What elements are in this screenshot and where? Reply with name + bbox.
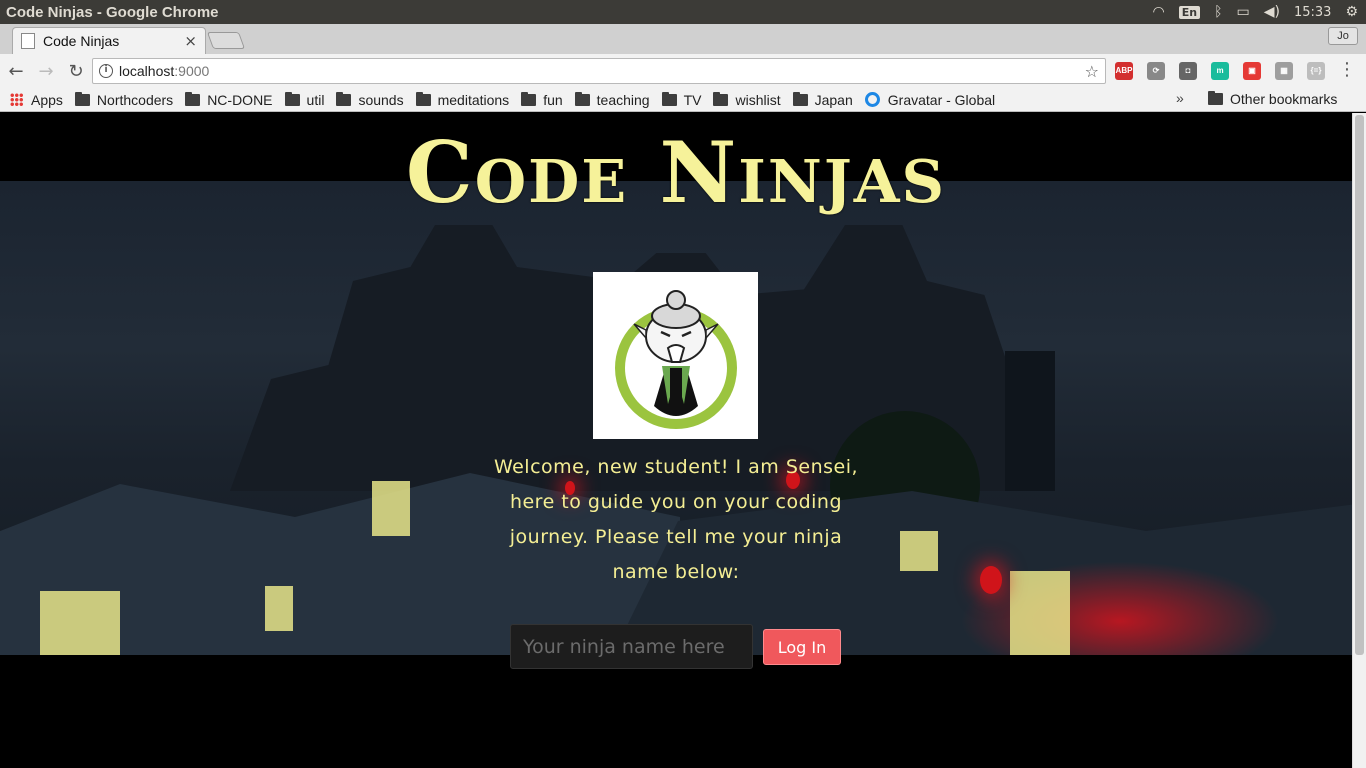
folder-icon — [336, 91, 352, 106]
lit-window — [1010, 571, 1070, 655]
os-top-bar: Code Ninjas - Google Chrome ◠ En ᛒ ▭ ◀) … — [0, 0, 1366, 24]
page-viewport: Code Ninjas Welcome, new student! I am S… — [0, 113, 1366, 768]
bookmark-label: meditations — [437, 91, 510, 108]
system-tray: ◠ En ᛒ ▭ ◀) 15:33 ⚙ — [1153, 5, 1366, 20]
tab-strip: Code Ninjas × Jo — [0, 24, 1366, 54]
bookmark-folder-sounds[interactable]: sounds — [336, 91, 404, 108]
bookmark-star-icon[interactable]: ☆ — [1085, 62, 1099, 81]
bookmark-apps[interactable]: Apps — [10, 92, 63, 108]
gravatar-icon — [864, 92, 880, 107]
folder-icon — [415, 91, 431, 106]
bookmark-folder-meditations[interactable]: meditations — [415, 91, 510, 108]
reload-icon[interactable]: ↻ — [62, 61, 90, 82]
m-extension-icon[interactable]: m — [1211, 62, 1229, 80]
bookmark-folders: Northcoders NC-DONE util sounds meditations f… — [74, 91, 865, 108]
volume-icon[interactable]: ◀) — [1264, 5, 1280, 19]
folder-icon — [185, 91, 201, 106]
page-scrollbar[interactable] — [1352, 113, 1366, 768]
keyboard-language-indicator[interactable]: En — [1178, 5, 1201, 19]
window-title: Code Ninjas - Google Chrome — [6, 3, 219, 21]
bookmark-folder-northcoders[interactable]: Northcoders — [74, 91, 174, 108]
url-host: localhost — [119, 63, 175, 79]
chrome-menu-icon[interactable]: ⋮ — [1338, 60, 1356, 80]
bluetooth-icon[interactable]: ᛒ — [1214, 5, 1222, 19]
bookmark-gravatar[interactable]: Gravatar - Global — [864, 91, 996, 108]
profile-button[interactable]: Jo — [1328, 27, 1358, 45]
bookmark-label: fun — [543, 91, 563, 108]
sensei-avatar — [593, 272, 758, 439]
address-bar[interactable]: i localhost :9000 ☆ — [92, 58, 1106, 84]
clock[interactable]: 15:33 — [1294, 5, 1331, 20]
json-extension-icon[interactable]: {=} — [1307, 62, 1325, 80]
bookmark-label: Other bookmarks — [1230, 91, 1338, 107]
bookmark-folder-teaching[interactable]: teaching — [574, 91, 650, 108]
folder-icon — [792, 91, 808, 106]
battery-icon[interactable]: ▭ — [1237, 5, 1250, 19]
bookmark-label: Gravatar - Global — [887, 91, 996, 108]
bookmark-label: teaching — [596, 91, 650, 108]
site-info-icon[interactable]: i — [99, 64, 113, 78]
bookmarks-overflow-chevron-icon[interactable]: » — [1176, 90, 1184, 106]
tab-title: Code Ninjas — [43, 33, 120, 49]
bookmark-label: Apps — [31, 91, 63, 108]
lit-window — [265, 586, 293, 631]
site-title: Code Ninjas — [405, 123, 947, 222]
bookmark-label: sounds — [358, 91, 404, 108]
folder-icon — [284, 91, 300, 106]
folder-icon — [1208, 91, 1223, 105]
folder-icon — [74, 91, 90, 106]
bookmark-other[interactable]: Other bookmarks — [1208, 91, 1337, 107]
ninja-name-input[interactable] — [510, 624, 753, 669]
folder-icon — [521, 91, 537, 106]
flag-extension-icon[interactable]: ▣ — [1243, 62, 1261, 80]
wifi-icon[interactable]: ◠ — [1153, 5, 1165, 19]
bookmark-label: NC-DONE — [207, 91, 273, 108]
tab-close-icon[interactable]: × — [184, 32, 197, 50]
folder-icon — [713, 91, 729, 106]
bookmark-label: Japan — [814, 91, 853, 108]
ghost-extension-icon[interactable]: ◘ — [1179, 62, 1197, 80]
sync-extension-icon[interactable]: ⟳ — [1147, 62, 1165, 80]
bookmark-folder-wishlist[interactable]: wishlist — [713, 91, 781, 108]
bookmark-label: util — [306, 91, 325, 108]
folder-icon — [661, 91, 677, 106]
bookmark-label: Northcoders — [96, 91, 174, 108]
settings-gear-icon[interactable]: ⚙ — [1345, 5, 1358, 19]
bookmark-label: wishlist — [735, 91, 781, 108]
tab-code-ninjas[interactable]: Code Ninjas × — [12, 27, 206, 54]
forward-arrow-icon[interactable]: → — [32, 61, 60, 82]
bookmark-folder-japan[interactable]: Japan — [792, 91, 853, 108]
sensei-illustration-icon — [614, 289, 737, 429]
lit-window — [372, 481, 410, 536]
new-tab-button[interactable] — [206, 32, 246, 49]
page-favicon-icon — [21, 33, 35, 49]
bookmark-folder-nc-done[interactable]: NC-DONE — [185, 91, 273, 108]
browser-toolbar: ← → ↻ i localhost :9000 ☆ ABP ⟳ ◘ m ▣ ▦ {=} ⋮ — [0, 54, 1366, 88]
scrollbar-thumb[interactable] — [1355, 115, 1364, 655]
watch-tower — [1005, 351, 1055, 491]
adblock-plus-icon[interactable]: ABP — [1115, 62, 1133, 80]
welcome-message: Welcome, new student! I am Sensei, here … — [493, 456, 859, 583]
login-button[interactable]: Log In — [763, 629, 841, 665]
lit-window — [900, 531, 938, 571]
bookmark-folder-tv[interactable]: TV — [661, 91, 702, 108]
url-port: :9000 — [174, 63, 210, 79]
grid-extension-icon[interactable]: ▦ — [1275, 62, 1293, 80]
back-arrow-icon[interactable]: ← — [2, 61, 30, 82]
bookmarks-bar: Apps Northcoders NC-DONE util sounds meditat… — [0, 88, 1366, 112]
bookmark-folder-util[interactable]: util — [284, 91, 325, 108]
bookmark-folder-fun[interactable]: fun — [521, 91, 563, 108]
red-lantern — [980, 566, 1002, 594]
folder-icon — [574, 91, 590, 106]
lit-window — [40, 591, 120, 655]
red-light-glow — [960, 561, 1280, 655]
bookmark-label: TV — [683, 91, 702, 108]
apps-grid-icon — [10, 93, 23, 106]
